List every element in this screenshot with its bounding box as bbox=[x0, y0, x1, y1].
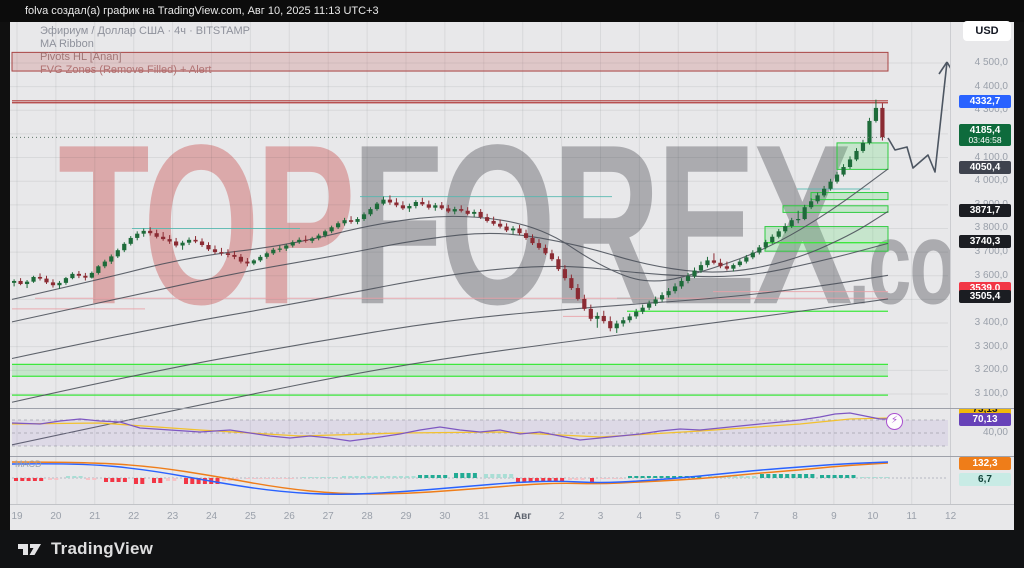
chart-canvas[interactable] bbox=[10, 22, 1014, 504]
macd-pane-label[interactable]: MACD bbox=[15, 459, 42, 469]
price-badge: 3505,4 bbox=[959, 290, 1011, 303]
price-badge: 70,13 bbox=[959, 413, 1011, 426]
time-tick[interactable]: 9 bbox=[831, 511, 837, 522]
rsi-scale-label: 40,00 bbox=[983, 427, 1008, 438]
time-tick[interactable]: Авг bbox=[514, 511, 532, 522]
time-tick[interactable]: 23 bbox=[167, 511, 178, 522]
time-tick[interactable]: 29 bbox=[400, 511, 411, 522]
symbol-title[interactable]: Эфириум / Доллар США · 4ч · BITSTAMP bbox=[40, 25, 250, 38]
tradingview-logo-text: TradingView bbox=[51, 539, 153, 559]
price-badge: 6,7 bbox=[959, 473, 1011, 486]
price-label: 3 200,0 bbox=[975, 364, 1008, 375]
page: folva создал(а) график на TradingView.co… bbox=[0, 0, 1024, 568]
currency-toggle-button[interactable]: USD bbox=[963, 21, 1011, 41]
time-tick[interactable]: 6 bbox=[714, 511, 720, 522]
indicator-ma-ribbon[interactable]: MA Ribbon bbox=[40, 38, 250, 51]
share-text: folva создал(а) график на TradingView.co… bbox=[25, 5, 379, 17]
price-axis-main: 4 500,04 400,04 300,04 200,04 100,04 000… bbox=[951, 22, 1014, 408]
price-badge: 4050,4 bbox=[959, 161, 1011, 174]
time-tick[interactable]: 8 bbox=[792, 511, 798, 522]
rsi-pane[interactable] bbox=[12, 413, 948, 446]
time-tick[interactable]: 21 bbox=[89, 511, 100, 522]
chart-legend: Эфириум / Доллар США · 4ч · BITSTAMP MA … bbox=[40, 25, 250, 77]
time-tick[interactable]: 3 bbox=[598, 511, 604, 522]
price-badge: 3740,3 bbox=[959, 235, 1011, 248]
time-tick[interactable]: 11 bbox=[906, 511, 916, 522]
time-tick[interactable]: 26 bbox=[284, 511, 295, 522]
time-tick[interactable]: 22 bbox=[128, 511, 139, 522]
time-tick[interactable]: 12 bbox=[945, 511, 956, 522]
time-tick[interactable]: 20 bbox=[50, 511, 61, 522]
time-tick[interactable]: 28 bbox=[362, 511, 373, 522]
macd-pane[interactable] bbox=[12, 462, 948, 494]
indicator-fvg[interactable]: FVG Zones (Remove Filled) + Alert bbox=[40, 64, 250, 77]
price-label: 3 600,0 bbox=[975, 270, 1008, 281]
time-tick[interactable]: 4 bbox=[637, 511, 643, 522]
time-tick[interactable]: 27 bbox=[323, 511, 334, 522]
price-badge: 132,3 bbox=[959, 457, 1011, 470]
price-badge: 3871,7 bbox=[959, 204, 1011, 217]
price-axis[interactable]: 4 500,04 400,04 300,04 200,04 100,04 000… bbox=[950, 22, 1014, 504]
time-tick[interactable]: 24 bbox=[206, 511, 217, 522]
time-tick[interactable]: 7 bbox=[753, 511, 759, 522]
price-label: 3 100,0 bbox=[975, 388, 1008, 399]
time-tick[interactable]: 30 bbox=[439, 511, 450, 522]
price-axis-macd: 132,3 6,7 bbox=[951, 456, 1014, 504]
price-label: 3 300,0 bbox=[975, 341, 1008, 352]
projection-arrow[interactable] bbox=[888, 62, 954, 172]
time-tick[interactable]: 10 bbox=[867, 511, 878, 522]
lightning-trade-button[interactable]: ⚡ bbox=[886, 413, 903, 430]
time-tick[interactable]: 25 bbox=[245, 511, 256, 522]
footer-bar: TradingView bbox=[0, 530, 1024, 568]
time-axis[interactable]: 19202122232425262728293031Авг23456789101… bbox=[10, 504, 1014, 530]
time-tick[interactable]: 2 bbox=[559, 511, 565, 522]
tradingview-logo[interactable]: TradingView bbox=[17, 537, 153, 561]
price-label: 4 000,0 bbox=[975, 175, 1008, 186]
price-label: 3 400,0 bbox=[975, 317, 1008, 328]
pane-separator-macd[interactable] bbox=[10, 456, 1014, 457]
price-badge: 4332,7 bbox=[959, 95, 1011, 108]
lightning-icon: ⚡ bbox=[891, 415, 898, 426]
indicator-pivots[interactable]: Pivots HL [Anan] bbox=[40, 51, 250, 64]
time-tick[interactable]: 31 bbox=[478, 511, 489, 522]
price-label: 3 700,0 bbox=[975, 246, 1008, 257]
pane-separator-rsi[interactable] bbox=[10, 408, 1014, 409]
time-tick[interactable]: 19 bbox=[11, 511, 22, 522]
share-info-bar: folva создал(а) график на TradingView.co… bbox=[0, 0, 1024, 22]
price-badge: 4185,403:46:58 bbox=[959, 124, 1011, 146]
chart-area[interactable]: TOPFOREX.com Эфириум / Доллар США · 4ч ·… bbox=[10, 22, 1014, 530]
price-axis-rsi: 40,0073,1370,13 bbox=[951, 408, 1014, 456]
price-label: 4 400,0 bbox=[975, 81, 1008, 92]
time-tick[interactable]: 5 bbox=[676, 511, 682, 522]
price-label: 3 800,0 bbox=[975, 222, 1008, 233]
price-label: 4 500,0 bbox=[975, 57, 1008, 68]
tradingview-logo-icon bbox=[17, 537, 43, 561]
